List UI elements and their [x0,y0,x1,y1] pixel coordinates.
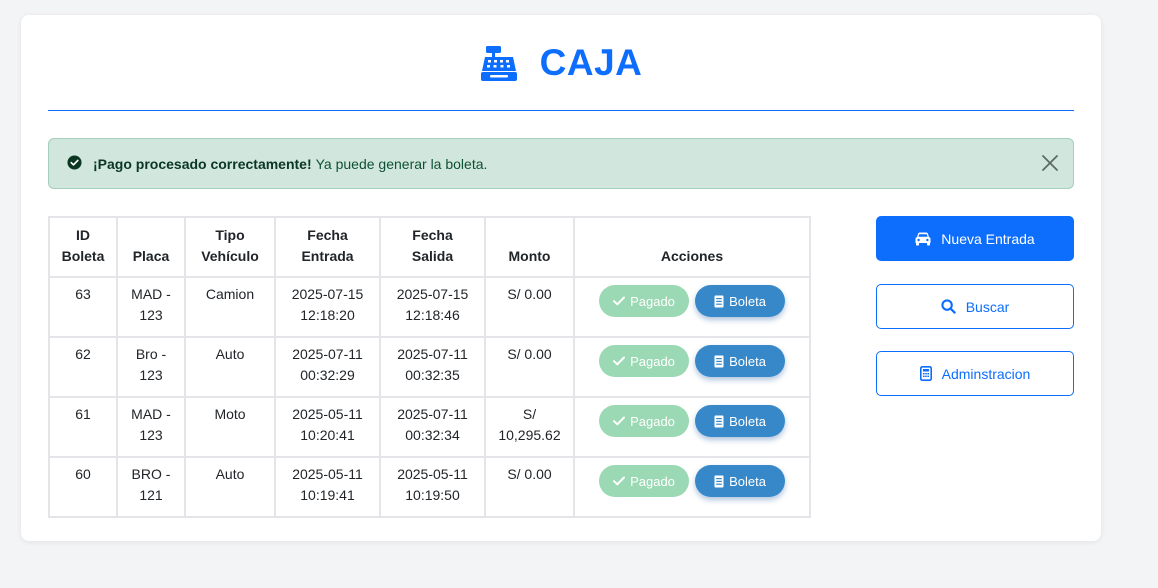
boleta-button[interactable]: Boleta [695,285,785,317]
paid-label: Pagado [630,353,675,369]
paid-button: Pagado [599,285,689,317]
receipt-icon [714,355,729,368]
check-circle-icon [67,154,82,173]
cell-tipo: Auto [184,456,276,518]
receipt-icon [714,295,729,308]
alert-message: Ya puede generar la boleta. [315,155,488,172]
cell-tipo: Camion [184,276,276,338]
col-header-salida: Fecha Salida [379,216,486,278]
boleta-label: Boleta [729,353,766,369]
col-header-monto: Monto [484,216,575,278]
admin-button[interactable]: Adminstracion [876,351,1074,396]
cell-entrada: 2025-05-11 10:19:41 [274,456,381,518]
close-icon[interactable] [1041,154,1059,172]
check-icon [613,356,630,366]
paid-button: Pagado [599,345,689,377]
main-card: CAJA ¡Pago procesado correctamente! Ya p… [21,15,1101,541]
cell-placa: MAD -123 [116,396,186,458]
cell-entrada: 2025-07-11 00:32:29 [274,336,381,398]
cell-salida: 2025-07-15 12:18:46 [379,276,486,338]
col-header-placa: Placa [116,216,186,278]
cell-id: 60 [48,456,118,518]
col-header-tipo: Tipo Vehículo [184,216,276,278]
cell-placa: Bro -123 [116,336,186,398]
car-icon [915,232,941,246]
cell-acciones: Pagado Boleta [573,276,811,338]
cell-acciones: Pagado Boleta [573,336,811,398]
paid-label: Pagado [630,413,675,429]
receipt-icon [714,475,729,488]
cash-register-icon [480,44,518,82]
check-icon [613,296,630,306]
cell-acciones: Pagado Boleta [573,396,811,458]
paid-button: Pagado [599,405,689,437]
page-header: CAJA [48,15,1074,111]
cell-tipo: Moto [184,396,276,458]
cell-id: 63 [48,276,118,338]
search-icon [941,299,966,314]
cell-monto: S/ 0.00 [484,456,575,518]
cell-monto: S/ 0.00 [484,276,575,338]
paid-button: Pagado [599,465,689,497]
paid-label: Pagado [630,473,675,489]
receipt-icon [714,415,729,428]
table-row: 61 MAD -123 Moto 2025-05-11 10:20:41 2025-07-… [48,396,811,458]
cell-id: 62 [48,336,118,398]
new-entry-label: Nueva Entrada [941,230,1035,247]
calculator-icon [919,366,942,381]
page-title: CAJA [539,41,643,83]
boleta-button[interactable]: Boleta [695,405,785,437]
cell-placa: BRO -121 [116,456,186,518]
cell-id: 61 [48,396,118,458]
boleta-button[interactable]: Boleta [695,345,785,377]
search-label: Buscar [965,298,1010,315]
paid-label: Pagado [630,293,675,309]
cell-tipo: Auto [184,336,276,398]
boleta-label: Boleta [729,293,766,309]
new-entry-button[interactable]: Nueva Entrada [876,216,1074,261]
col-header-acciones: Acciones [573,216,811,278]
col-header-entrada: Fecha Entrada [274,216,381,278]
cell-entrada: 2025-05-11 10:20:41 [274,396,381,458]
search-button[interactable]: Buscar [876,284,1074,329]
alert-title: ¡Pago procesado correctamente! [93,155,312,172]
table-row: 63 MAD -123 Camion 2025-07-15 12:18:20 2025-0… [48,276,811,338]
table-row: 62 Bro -123 Auto 2025-07-11 00:32:29 2025-07-… [48,336,811,398]
payments-table: ID Boleta Placa Tipo Vehículo Fecha Entr… [48,216,811,518]
cell-monto: S/ 0.00 [484,336,575,398]
cell-placa: MAD -123 [116,276,186,338]
table-header-row: ID Boleta Placa Tipo Vehículo Fecha Entr… [48,216,811,278]
boleta-button[interactable]: Boleta [695,465,785,497]
cell-acciones: Pagado Boleta [573,456,811,518]
boleta-label: Boleta [729,473,766,489]
table-row: 60 BRO -121 Auto 2025-05-11 10:19:41 2025-05-… [48,456,811,518]
cell-salida: 2025-07-11 00:32:35 [379,336,486,398]
cell-salida: 2025-07-11 00:32:34 [379,396,486,458]
cell-entrada: 2025-07-15 12:18:20 [274,276,381,338]
cell-monto: S/10,295.62 [484,396,575,458]
col-header-id: ID Boleta [48,216,118,278]
check-icon [613,476,630,486]
check-icon [613,416,630,426]
cell-salida: 2025-05-11 10:19:50 [379,456,486,518]
admin-label: Adminstracion [941,365,1031,382]
boleta-label: Boleta [729,413,766,429]
success-alert: ¡Pago procesado correctamente! Ya puede … [48,138,1074,189]
